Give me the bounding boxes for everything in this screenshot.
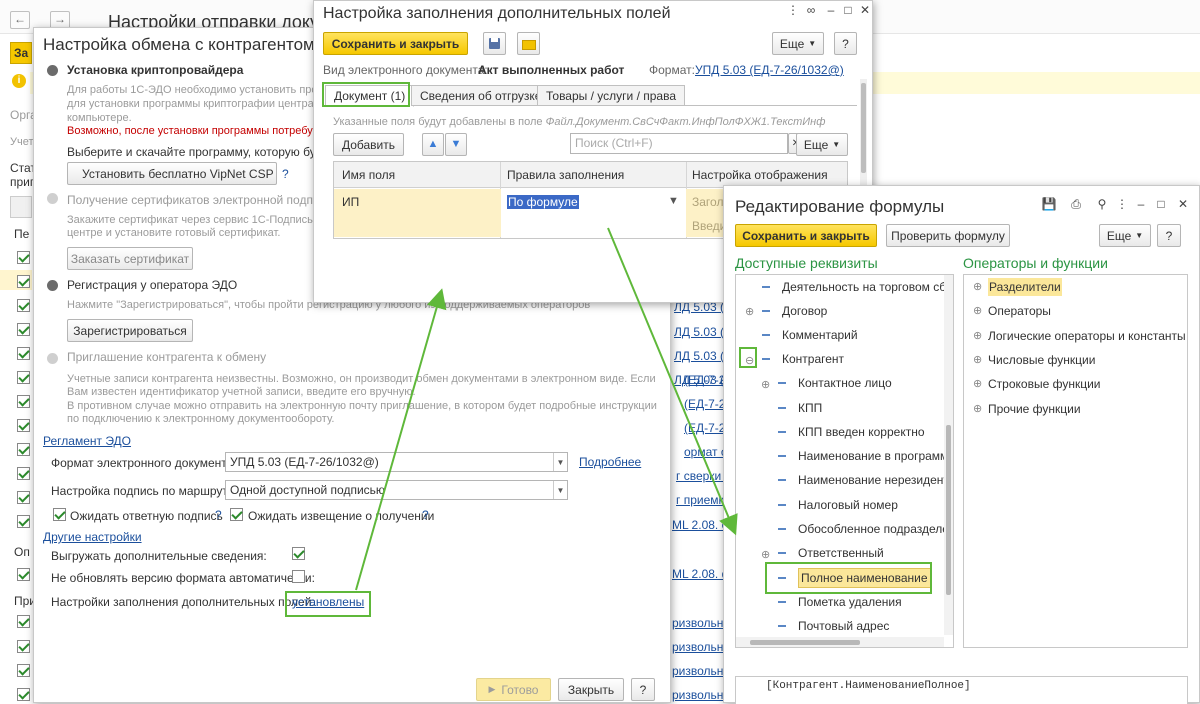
annotation-arrow: [607, 227, 738, 536]
annotation-arrows: [355, 227, 738, 591]
annotation-arrow: [355, 288, 447, 591]
